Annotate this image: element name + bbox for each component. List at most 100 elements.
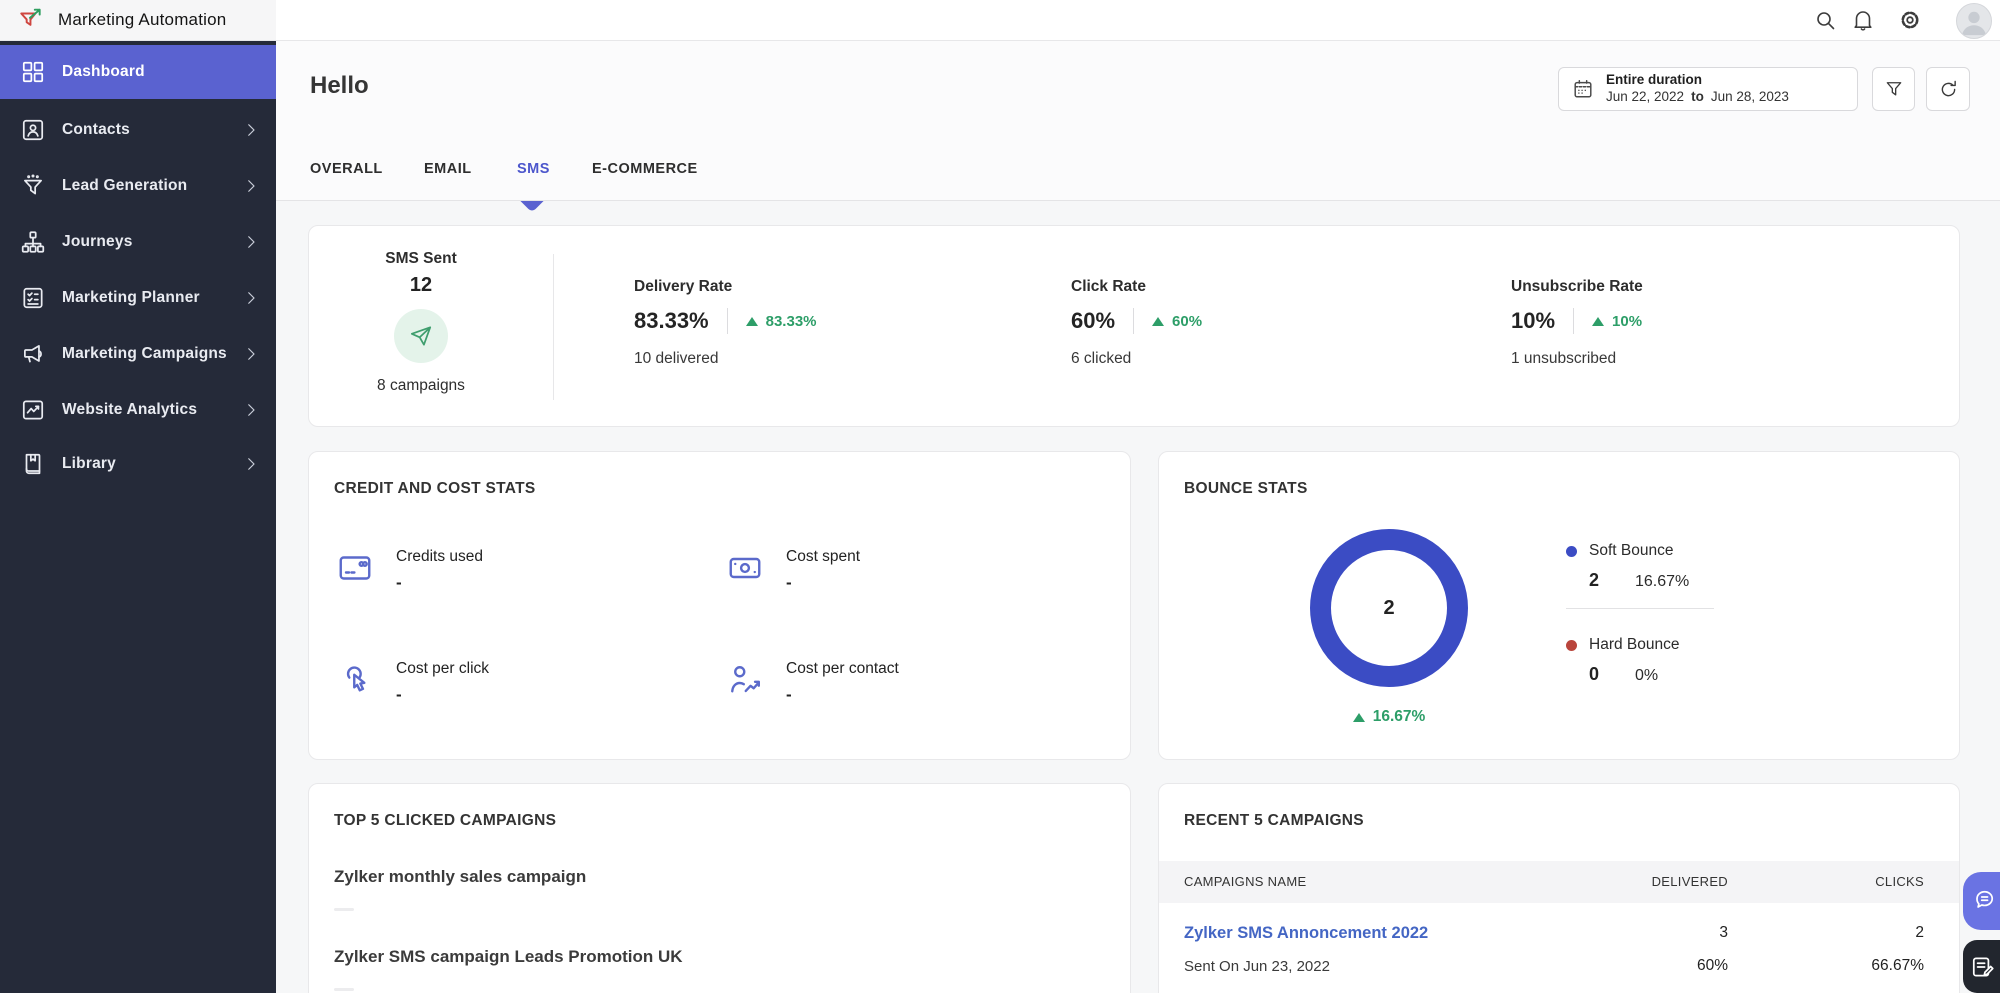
date-range-end: Jun 28, 2023 [1710, 89, 1789, 104]
cost-per-contact-value: - [786, 685, 792, 704]
search-icon[interactable] [1813, 8, 1837, 32]
refresh-button[interactable] [1926, 67, 1970, 111]
sidebar-item-label: Lead Generation [62, 177, 188, 194]
metric-value: 10% [1511, 308, 1556, 333]
progress-bar-stub [334, 988, 354, 991]
card-title: TOP 5 CLICKED CAMPAIGNS [334, 812, 557, 829]
date-range-dates: Jun 22, 2022 to Jun 28, 2023 [1606, 89, 1789, 106]
sidebar-item-marketing-campaigns[interactable]: Marketing Campaigns [0, 327, 276, 381]
contacts-icon [20, 117, 46, 143]
soft-bounce-dot-icon [1566, 545, 1577, 557]
metric-separator [1133, 308, 1135, 334]
clicks-pct: 66.67% [1871, 957, 1924, 974]
up-triangle-icon [1352, 712, 1365, 722]
tab-overall[interactable]: OVERALL [310, 161, 383, 177]
sms-summary-card: SMS Sent 12 8 campaigns Delivery Rate 83… [308, 225, 1960, 427]
sidebar-item-marketing-planner[interactable]: Marketing Planner [0, 271, 276, 325]
campaign-link[interactable]: Zylker SMS campaign Leads Promotion UK [334, 947, 683, 967]
metric-click-rate: Click Rate 60% 60% 6 clicked [1071, 278, 1202, 368]
legend-hard-bounce: Hard Bounce [1566, 636, 1679, 654]
sidebar-item-label: Marketing Campaigns [62, 345, 227, 362]
metric-label: Unsubscribe Rate [1511, 278, 1643, 295]
chevron-right-icon [242, 455, 260, 473]
date-range-start: Jun 22, 2022 [1606, 89, 1685, 104]
chevron-right-icon [242, 121, 260, 139]
cost-per-click-item: Cost per click - [334, 660, 489, 705]
feedback-notes-button[interactable] [1963, 940, 2000, 993]
metric-label: Click Rate [1071, 278, 1146, 295]
cost-spent-value: - [786, 573, 792, 592]
sidebar: Dashboard Contacts Lead Generation Journ… [0, 40, 276, 993]
settings-gear-icon[interactable] [1898, 8, 1922, 32]
sidebar-item-contacts[interactable]: Contacts [0, 103, 276, 157]
campaign-link[interactable]: Zylker monthly sales campaign [334, 867, 586, 887]
sidebar-item-label: Library [62, 455, 116, 472]
cost-per-contact-item: Cost per contact - [724, 660, 899, 705]
library-book-icon [20, 451, 46, 477]
metric-caption: 6 clicked [1071, 350, 1132, 367]
filter-button[interactable] [1872, 67, 1915, 111]
recent5-campaigns-card: RECENT 5 CAMPAIGNS CAMPAIGNS NAME DELIVE… [1158, 783, 1960, 993]
metric-value: 83.33% [634, 308, 709, 333]
metric-separator [1573, 308, 1575, 334]
sidebar-item-library[interactable]: Library [0, 437, 276, 491]
table-header-row: CAMPAIGNS NAME DELIVERED CLICKS [1159, 861, 1959, 903]
tab-email[interactable]: EMAIL [424, 161, 472, 177]
up-triangle-icon [1592, 316, 1605, 326]
page-title: Hello [310, 72, 369, 99]
cost-spent-label: Cost spent [786, 548, 861, 565]
chat-bubbles-icon [1970, 888, 1996, 914]
tab-ecommerce[interactable]: E-COMMERCE [592, 161, 698, 177]
hard-bounce-dot-icon [1566, 639, 1577, 651]
campaign-link[interactable]: Zylker SMS Annoncement 2022 [1184, 924, 1428, 943]
sidebar-item-dashboard[interactable]: Dashboard [0, 45, 276, 99]
soft-bounce-pct: 16.67% [1635, 573, 1690, 590]
campaign-sent-on: Sent On Jun 23, 2022 [1184, 958, 1330, 975]
cost-per-contact-label: Cost per contact [786, 660, 899, 677]
column-clicks: CLICKS [1875, 874, 1924, 889]
top-bar: Marketing Automation [0, 0, 2000, 41]
metric-unsubscribe-rate: Unsubscribe Rate 10% 10% 1 unsubscribed [1511, 278, 1643, 368]
card-title: CREDIT AND COST STATS [334, 480, 536, 497]
legend-soft-bounce: Soft Bounce [1566, 542, 1673, 560]
legend-hard-bounce-values: 0 0% [1589, 664, 1658, 685]
date-range-to: to [1691, 89, 1704, 104]
sidebar-item-journeys[interactable]: Journeys [0, 215, 276, 269]
chat-support-button[interactable] [1963, 872, 2000, 930]
bounce-stats-card: BOUNCE STATS 2 16.67% Soft Bounce 2 16.6… [1158, 451, 1960, 760]
credits-used-value: - [396, 573, 402, 592]
credit-card-icon [334, 550, 378, 588]
sidebar-item-website-analytics[interactable]: Website Analytics [0, 383, 276, 437]
soft-bounce-label: Soft Bounce [1589, 542, 1674, 559]
hard-bounce-count: 0 [1589, 664, 1600, 684]
cost-spent-item: Cost spent - [724, 548, 860, 593]
metric-caption: 10 delivered [634, 350, 719, 367]
hard-bounce-pct: 0% [1635, 667, 1659, 684]
sidebar-item-label: Journeys [62, 233, 133, 250]
delivered-count: 3 [1719, 924, 1728, 941]
metric-delta: 60% [1172, 312, 1203, 330]
credit-cost-stats-card: CREDIT AND COST STATS Credits used - Cos… [308, 451, 1131, 760]
sidebar-item-lead-generation[interactable]: Lead Generation [0, 159, 276, 213]
user-avatar[interactable] [1956, 3, 1992, 39]
summary-divider [553, 254, 554, 400]
metric-delta: 83.33% [765, 312, 817, 330]
notifications-bell-icon[interactable] [1851, 8, 1875, 32]
column-delivered: DELIVERED [1651, 874, 1728, 889]
tab-sms[interactable]: SMS [517, 161, 550, 177]
date-range-text: Entire duration Jun 22, 2022 to Jun 28, 20… [1606, 72, 1789, 106]
credits-used-label: Credits used [396, 548, 484, 565]
cost-per-click-label: Cost per click [396, 660, 490, 677]
bounce-delta-value: 16.67% [1372, 708, 1426, 725]
bounce-donut-chart: 2 [1310, 529, 1468, 687]
marketing-automation-dashboard: Marketing Automation Dashboard Contacts … [0, 0, 2000, 993]
credits-used-item: Credits used - [334, 548, 483, 593]
metric-label: Delivery Rate [634, 278, 733, 295]
card-title: RECENT 5 CAMPAIGNS [1184, 812, 1364, 829]
soft-bounce-count: 2 [1589, 570, 1600, 590]
contact-growth-icon [724, 662, 768, 700]
send-plane-icon [394, 309, 448, 363]
lead-generation-funnel-icon [20, 173, 46, 199]
marketing-campaigns-megaphone-icon [20, 341, 46, 367]
date-range-picker[interactable]: Entire duration Jun 22, 2022 to Jun 28, 20… [1558, 67, 1858, 111]
